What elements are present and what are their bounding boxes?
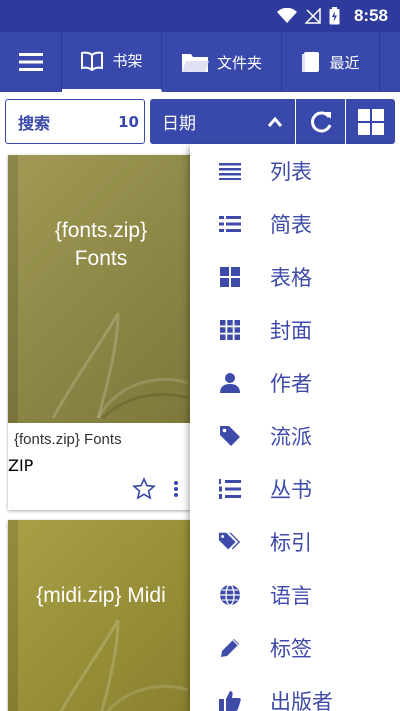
book-count: 10 [118, 112, 139, 131]
search-label: 搜索 [18, 113, 51, 133]
cover-title: {midi.zip} Midi [8, 582, 194, 610]
book-cover[interactable]: {midi.zip} Midi [8, 520, 194, 711]
cover-grid-icon [218, 318, 242, 342]
menu-item-label: 语言 [270, 583, 312, 608]
battery-charging-icon [329, 7, 340, 25]
tab-folders[interactable]: 文件夹 [162, 32, 282, 92]
signal-off-icon [304, 8, 321, 24]
hamburger-icon [18, 53, 43, 71]
pencil-icon [218, 636, 242, 660]
grid-icon [357, 108, 384, 135]
thumbs-up-icon [218, 689, 242, 711]
menu-item-label: 封面 [270, 318, 312, 343]
grid-icon [218, 265, 242, 289]
chevron-up-icon [267, 116, 283, 127]
cover-spine [8, 155, 18, 423]
menu-item-grid[interactable]: 表格 [190, 250, 400, 303]
book-open-icon [81, 51, 104, 71]
book-card[interactable]: {fonts.zip} Fonts {fonts.zip} Fonts ZIP [8, 155, 194, 510]
menu-item-label: 列表 [270, 159, 312, 184]
tags-icon [218, 530, 242, 554]
more-vert-icon [174, 481, 178, 497]
tab-label: 文件夹 [216, 53, 262, 72]
menu-item-label: 标引 [270, 530, 312, 555]
search-button[interactable]: 搜索 10 [5, 99, 145, 144]
recent-book-icon [302, 52, 320, 72]
refresh-icon [310, 111, 331, 132]
list-icon [218, 159, 242, 183]
tab-label: 书架 [112, 52, 143, 70]
menu-item-label: 流派 [270, 424, 312, 449]
tag-icon [218, 424, 242, 448]
tab-label: 最近 [329, 53, 360, 72]
status-bar: 8:58 [0, 0, 400, 32]
more-options-button[interactable] [166, 477, 186, 501]
top-tab-bar: 书架 文件夹 最近 [0, 32, 400, 92]
book-card[interactable]: {midi.zip} Midi [8, 520, 194, 711]
cover-title-line1: {fonts.zip} [54, 219, 148, 242]
cover-title: {fonts.zip} Fonts [8, 217, 194, 273]
menu-item-label: 表格 [270, 265, 312, 290]
menu-item-label: 出版者 [270, 689, 333, 711]
compact-list-icon [218, 212, 242, 236]
status-time: 8:58 [353, 6, 388, 25]
menu-item-genre[interactable]: 流派 [190, 409, 400, 462]
favorite-star-icon[interactable] [132, 477, 156, 501]
menu-item-label: 标签 [270, 636, 312, 661]
tab-bookshelf[interactable]: 书架 [62, 32, 162, 92]
refresh-button[interactable] [296, 99, 345, 144]
person-icon [218, 371, 242, 395]
book-cover[interactable]: {fonts.zip} Fonts [8, 155, 194, 423]
globe-icon [218, 583, 242, 607]
folder-icon [181, 54, 209, 72]
menu-item-publisher[interactable]: 出版者 [190, 674, 400, 711]
menu-item-compact-list[interactable]: 简表 [190, 197, 400, 250]
menu-item-label: 简表 [270, 212, 312, 237]
menu-item-cover[interactable]: 封面 [190, 303, 400, 356]
book-title: {fonts.zip} Fonts [14, 431, 122, 448]
book-emboss-icon [59, 620, 188, 711]
book-format: ZIP [8, 456, 34, 475]
menu-item-label: 丛书 [270, 477, 312, 502]
menu-item-label: 作者 [270, 371, 312, 396]
tab-more[interactable] [380, 32, 400, 92]
cover-spine [8, 520, 18, 711]
menu-item-index[interactable]: 标引 [190, 515, 400, 568]
view-mode-menu: 列表 简表 表格 封面 作者 流派 丛书 标引 语言 标签 出版者 [190, 144, 400, 711]
menu-item-author[interactable]: 作者 [190, 356, 400, 409]
hamburger-menu-button[interactable] [0, 32, 62, 92]
cover-title-line1: {midi.zip} Midi [36, 584, 166, 607]
book-emboss-icon [51, 313, 188, 420]
sort-dropdown[interactable]: 日期 [150, 99, 295, 144]
wifi-icon [276, 8, 297, 23]
tab-recent[interactable]: 最近 [282, 32, 380, 92]
cover-title-line2: Fonts [74, 247, 128, 270]
numbered-list-icon [218, 477, 242, 501]
menu-item-list[interactable]: 列表 [190, 144, 400, 197]
sort-label: 日期 [162, 114, 196, 134]
view-mode-button[interactable] [346, 99, 395, 144]
menu-item-series[interactable]: 丛书 [190, 462, 400, 515]
menu-item-language[interactable]: 语言 [190, 568, 400, 621]
menu-item-label-tags[interactable]: 标签 [190, 621, 400, 674]
